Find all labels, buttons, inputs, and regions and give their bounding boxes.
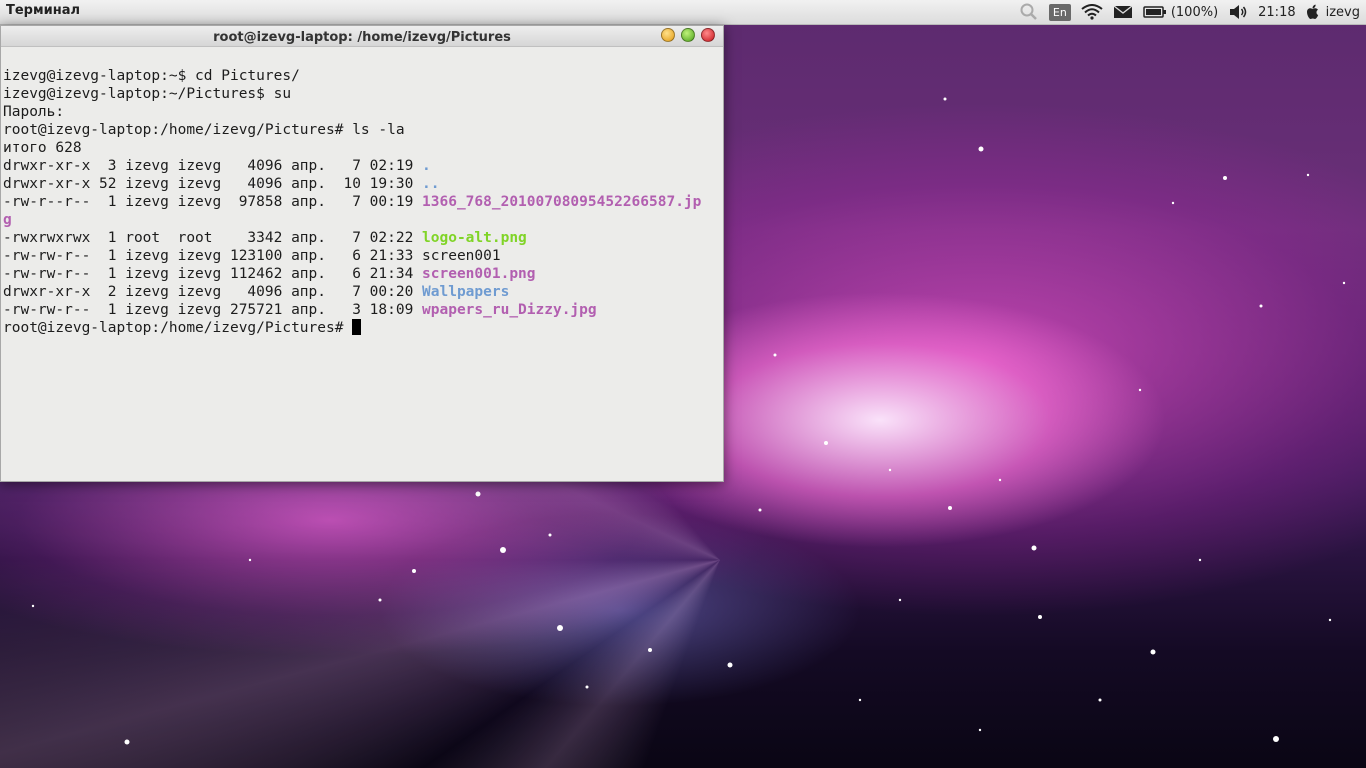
file-meta: -rwxrwxrwx 1 root root 3342 апр. 7 02:22 — [3, 230, 423, 246]
file-name: Wallpapers — [422, 284, 510, 300]
wifi-icon[interactable] — [1081, 0, 1103, 24]
text-cursor[interactable] — [352, 319, 362, 335]
file-name: logo-alt.png — [422, 230, 527, 246]
listing-row: -rw-r--r-- 1 izevg izevg 97858 апр. 7 00… — [3, 193, 723, 211]
terminal-line: Пароль: — [3, 104, 65, 120]
keyboard-layout-label: En — [1048, 3, 1071, 21]
terminal-output[interactable]: izevg@izevg-laptop:~$ cd Pictures/izevg@… — [1, 47, 723, 373]
shell-prompt: root@izevg-laptop:/home/izevg/Pictures# — [3, 320, 353, 336]
file-meta: drwxr-xr-x 3 izevg izevg 4096 апр. 7 02:… — [3, 158, 423, 174]
close-button[interactable] — [701, 28, 715, 42]
battery-icon — [1143, 6, 1166, 18]
terminal-line: root@izevg-laptop:/home/izevg/Pictures# … — [3, 122, 405, 138]
terminal-line: izevg@izevg-laptop:~$ cd Pictures/ — [3, 68, 300, 84]
file-name-wrapped: g — [3, 212, 12, 228]
file-meta: -rw-rw-r-- 1 izevg izevg 275721 апр. 3 1… — [3, 302, 423, 318]
apple-icon — [1306, 4, 1318, 19]
window-title: root@izevg-laptop: /home/izevg/Pictures — [213, 30, 511, 45]
prompt-line: root@izevg-laptop:/home/izevg/Pictures# — [3, 319, 723, 337]
listing-row: drwxr-xr-x 2 izevg izevg 4096 апр. 7 00:… — [3, 283, 723, 301]
top-panel: Терминал En (100%) 21:18 izevg — [0, 0, 1366, 25]
battery-indicator[interactable]: (100%) — [1143, 0, 1218, 24]
listing-row: -rw-rw-r-- 1 izevg izevg 112462 апр. 6 2… — [3, 265, 723, 283]
listing-row: -rw-rw-r-- 1 izevg izevg 275721 апр. 3 1… — [3, 301, 723, 319]
window-controls — [661, 28, 715, 42]
file-name: wpapers_ru_Dizzy.jpg — [422, 302, 597, 318]
file-name: . — [422, 158, 431, 174]
listing-row: -rwxrwxrwx 1 root root 3342 апр. 7 02:22… — [3, 229, 723, 247]
file-meta: -rw-rw-r-- 1 izevg izevg 123100 апр. 6 2… — [3, 248, 423, 264]
terminal-line: итого 628 — [3, 140, 82, 156]
clock[interactable]: 21:18 — [1258, 0, 1295, 24]
mail-icon[interactable] — [1113, 0, 1133, 24]
file-name: .. — [422, 176, 440, 192]
listing-row: g — [3, 211, 723, 229]
user-menu[interactable]: izevg — [1306, 0, 1360, 24]
window-titlebar[interactable]: root@izevg-laptop: /home/izevg/Pictures — [1, 26, 723, 47]
battery-level: (100%) — [1170, 4, 1219, 20]
minimize-button[interactable] — [661, 28, 675, 42]
volume-icon[interactable] — [1228, 0, 1248, 24]
terminal-window[interactable]: root@izevg-laptop: /home/izevg/Pictures … — [0, 25, 724, 482]
file-meta: -rw-r--r-- 1 izevg izevg 97858 апр. 7 00… — [3, 194, 423, 210]
file-name: 1366_768_20100708095452266587.jp — [422, 194, 702, 210]
listing-row: drwxr-xr-x 3 izevg izevg 4096 апр. 7 02:… — [3, 157, 723, 175]
listing-row: drwxr-xr-x 52 izevg izevg 4096 апр. 10 1… — [3, 175, 723, 193]
file-name: screen001 — [422, 248, 501, 264]
terminal-line: izevg@izevg-laptop:~/Pictures$ su — [3, 86, 292, 102]
active-app-name[interactable]: Терминал — [6, 3, 80, 18]
search-icon[interactable] — [1019, 0, 1039, 24]
keyboard-layout-indicator[interactable]: En — [1048, 0, 1071, 24]
file-meta: -rw-rw-r-- 1 izevg izevg 112462 апр. 6 2… — [3, 266, 423, 282]
maximize-button[interactable] — [681, 28, 695, 42]
file-meta: drwxr-xr-x 2 izevg izevg 4096 апр. 7 00:… — [3, 284, 423, 300]
listing-row: -rw-rw-r-- 1 izevg izevg 123100 апр. 6 2… — [3, 247, 723, 265]
system-tray: En (100%) 21:18 izevg — [1019, 0, 1360, 24]
file-meta: drwxr-xr-x 52 izevg izevg 4096 апр. 10 1… — [3, 176, 423, 192]
username: izevg — [1325, 4, 1360, 20]
file-name: screen001.png — [422, 266, 536, 282]
